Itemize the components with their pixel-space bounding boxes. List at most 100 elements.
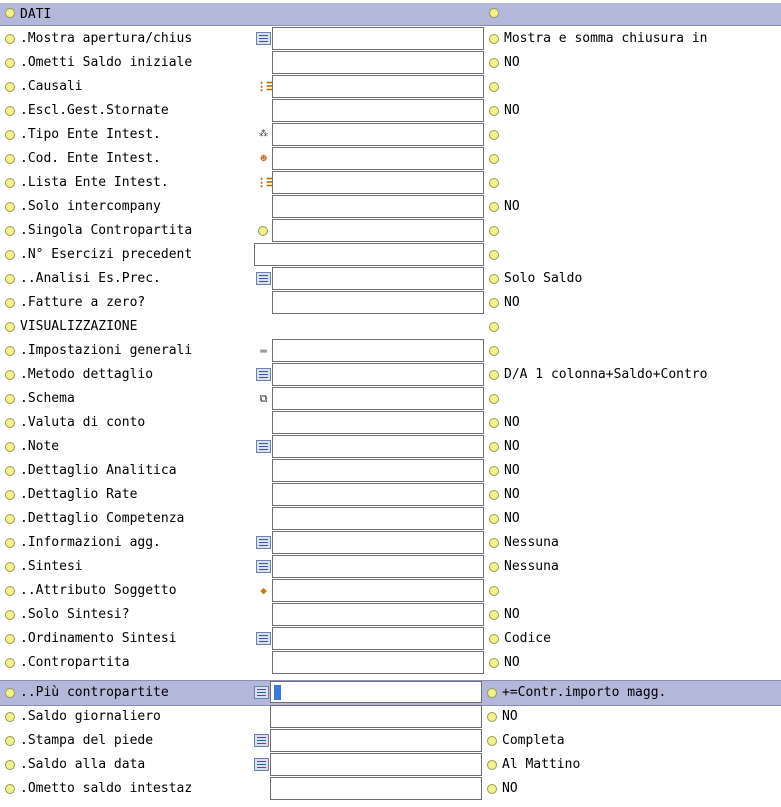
parameter-row[interactable]: ..Analisi Es.Prec. Solo Saldo — [0, 267, 781, 291]
parameter-row[interactable]: .Tipo Ente Intest. ⁂ — [0, 123, 781, 147]
value-input[interactable] — [272, 459, 484, 482]
value-input[interactable] — [272, 339, 484, 362]
value-input[interactable] — [272, 627, 484, 650]
value-input[interactable] — [272, 435, 484, 458]
listbox-icon[interactable] — [254, 734, 269, 747]
listbox-icon[interactable] — [254, 686, 269, 699]
parameter-row[interactable]: .Escl.Gest.Stornate NO — [0, 99, 781, 123]
parameter-row[interactable]: .Informazioni agg. Nessuna — [0, 531, 781, 555]
parameter-row[interactable]: .Metodo dettaglio D/A 1 colonna+Saldo+Con… — [0, 363, 781, 387]
list-icon[interactable]: ⋮☰ — [256, 176, 276, 189]
row-label: .Ometto saldo intestaz — [20, 781, 193, 796]
value-dot-icon — [489, 154, 499, 164]
person-icon[interactable]: ☻ — [256, 152, 271, 165]
value-input[interactable] — [272, 147, 484, 170]
row-label: .Escl.Gest.Stornate — [20, 103, 169, 118]
value-input[interactable] — [272, 411, 484, 434]
section-header-row[interactable]: VISUALIZZAZIONE — [0, 315, 781, 339]
value-input[interactable] — [272, 195, 484, 218]
parameter-row[interactable]: .Contropartita NO — [0, 651, 781, 675]
parameter-row[interactable]: .Mostra apertura/chius Mostra e somma chi… — [0, 27, 781, 51]
folder-icon[interactable]: ▬ — [256, 344, 271, 357]
parameter-row[interactable]: .Note NO — [0, 435, 781, 459]
parameter-row[interactable]: .Valuta di conto NO — [0, 411, 781, 435]
value-input[interactable] — [272, 387, 484, 410]
parameter-row[interactable]: .Saldo alla data Al Mattino — [0, 753, 781, 777]
value-input[interactable] — [272, 651, 484, 674]
value-dot-icon — [489, 178, 499, 188]
value-input[interactable] — [272, 51, 484, 74]
listbox-icon[interactable] — [256, 440, 271, 453]
value-input[interactable] — [272, 555, 484, 578]
dot-icon[interactable] — [258, 226, 268, 236]
tag-icon[interactable]: ◆ — [256, 584, 271, 597]
value-input[interactable] — [272, 171, 484, 194]
row-label: .Dettaglio Competenza — [20, 511, 185, 526]
copy-icon[interactable]: ⧉ — [256, 392, 271, 405]
value-input[interactable] — [272, 75, 484, 98]
parameter-row[interactable]: .Ordinamento Sintesi Codice — [0, 627, 781, 651]
parameter-row[interactable]: .Solo intercompany NO — [0, 195, 781, 219]
value-input[interactable] — [272, 99, 484, 122]
parameter-row[interactable]: .Dettaglio Competenza NO — [0, 507, 781, 531]
parameter-row[interactable]: .Cod. Ente Intest. ☻ — [0, 147, 781, 171]
listbox-icon[interactable] — [256, 632, 271, 645]
value-input[interactable] — [272, 531, 484, 554]
row-label: .Stampa del piede — [20, 733, 154, 748]
value-input[interactable] — [272, 267, 484, 290]
list-icon[interactable]: ⋮☰ — [256, 80, 276, 93]
parameter-row[interactable]: .Ometti Saldo iniziale NO — [0, 51, 781, 75]
listbox-icon[interactable] — [256, 32, 271, 45]
parameter-row[interactable]: .Solo Sintesi? NO — [0, 603, 781, 627]
value-input[interactable] — [270, 705, 482, 728]
row-label: .Dettaglio Analitica — [20, 463, 177, 478]
value-input[interactable] — [270, 753, 482, 776]
listbox-icon[interactable] — [256, 368, 271, 381]
parameter-row[interactable]: .Sintesi Nessuna — [0, 555, 781, 579]
value-input[interactable] — [272, 579, 484, 602]
row-dot-icon — [5, 394, 15, 404]
network-icon[interactable]: ⁂ — [256, 128, 271, 141]
parameter-row[interactable]: .Stampa del piede Completa — [0, 729, 781, 753]
parameter-row[interactable]: .Causali ⋮☰ — [0, 75, 781, 99]
parameter-row[interactable]: .Lista Ente Intest. ⋮☰ — [0, 171, 781, 195]
listbox-icon[interactable] — [256, 272, 271, 285]
row-label: .Cod. Ente Intest. — [20, 151, 161, 166]
row-dot-icon — [5, 784, 15, 794]
row-value: D/A 1 colonna+Saldo+Contro — [504, 367, 708, 382]
listbox-icon[interactable] — [256, 536, 271, 549]
listbox-icon[interactable] — [254, 758, 269, 771]
value-input[interactable] — [270, 681, 482, 703]
parameter-row[interactable]: .Dettaglio Analitica NO — [0, 459, 781, 483]
value-dot-icon — [489, 34, 499, 44]
value-input[interactable] — [272, 219, 484, 242]
value-input[interactable] — [272, 507, 484, 530]
row-dot-icon — [5, 298, 15, 308]
value-input[interactable] — [272, 291, 484, 314]
value-dot-icon — [489, 298, 499, 308]
value-dot-icon — [489, 418, 499, 428]
parameter-row[interactable]: .Fatture a zero? NO — [0, 291, 781, 315]
row-value: Mostra e somma chiusura in — [504, 31, 708, 46]
value-input[interactable] — [272, 603, 484, 626]
value-input[interactable] — [270, 777, 482, 800]
parameter-row[interactable]: .Saldo giornaliero NO — [0, 705, 781, 729]
header-dot-icon — [5, 8, 15, 18]
section-header-dati[interactable]: DATI — [0, 3, 781, 26]
value-input[interactable] — [254, 243, 484, 266]
parameter-row[interactable]: .N° Esercizi precedent — [0, 243, 781, 267]
value-input[interactable] — [272, 483, 484, 506]
value-input[interactable] — [270, 729, 482, 752]
value-input[interactable] — [272, 363, 484, 386]
parameter-row[interactable]: .Schema ⧉ — [0, 387, 781, 411]
parameter-row[interactable]: ..Più contropartite +=Contr.importo magg. — [0, 680, 781, 706]
parameter-row[interactable]: .Dettaglio Rate NO — [0, 483, 781, 507]
value-input[interactable] — [272, 27, 484, 50]
parameter-row[interactable]: .Singola Contropartita — [0, 219, 781, 243]
parameter-row[interactable]: .Impostazioni generali ▬ — [0, 339, 781, 363]
row-value: +=Contr.importo magg. — [502, 685, 667, 700]
value-input[interactable] — [272, 123, 484, 146]
parameter-row[interactable]: ..Attributo Soggetto ◆ — [0, 579, 781, 603]
listbox-icon[interactable] — [256, 560, 271, 573]
parameter-row[interactable]: .Ometto saldo intestaz NO — [0, 777, 781, 801]
